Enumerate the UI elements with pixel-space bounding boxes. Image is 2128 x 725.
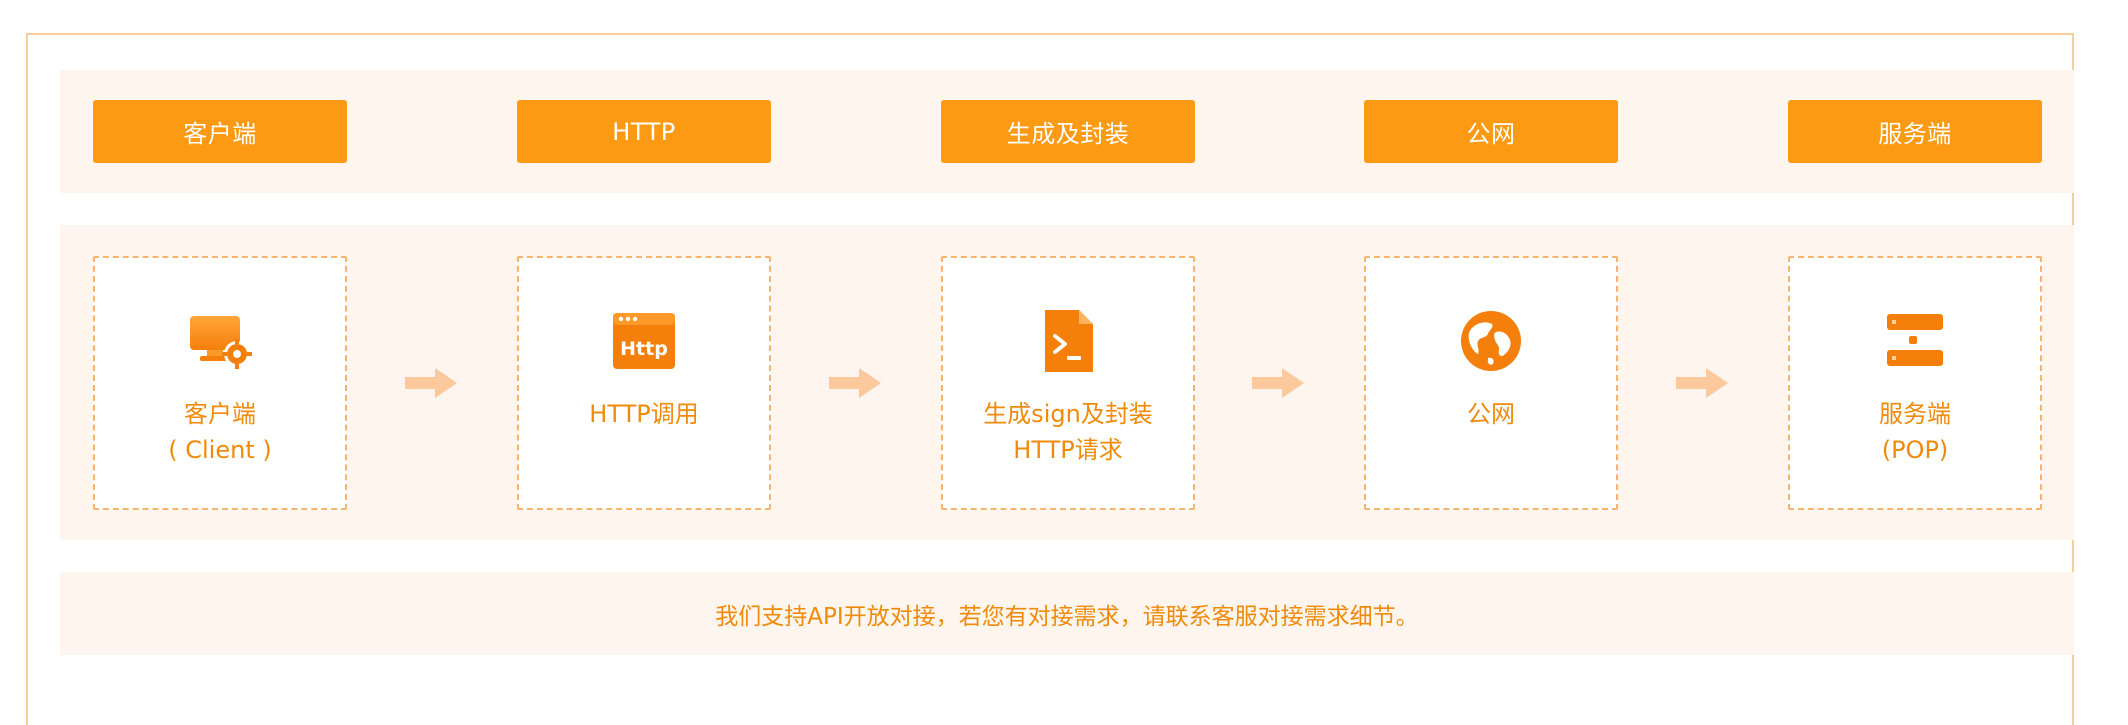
step-card-client: 客户端 ( Client ) bbox=[93, 256, 347, 510]
svg-text:Http: Http bbox=[620, 338, 668, 360]
monitor-gear-icon bbox=[187, 308, 253, 374]
step-label-line2: ( Client ) bbox=[168, 436, 272, 464]
header-step-public-network: 公网 bbox=[1364, 100, 1618, 163]
arrow-right-icon bbox=[1676, 368, 1728, 398]
header-step-client: 客户端 bbox=[93, 100, 347, 163]
step-label-line2: HTTP请求 bbox=[1013, 436, 1123, 464]
arrow-right-icon bbox=[1252, 368, 1304, 398]
terminal-file-icon bbox=[1035, 308, 1101, 374]
step-label-client: 客户端 ( Client ) bbox=[95, 396, 345, 468]
server-icon bbox=[1882, 308, 1948, 374]
step-label-line1: 生成sign及封装 bbox=[983, 400, 1153, 428]
arrow-right-icon bbox=[829, 368, 881, 398]
header-step-generate: 生成及封装 bbox=[941, 100, 1195, 163]
arrow-right-icon bbox=[405, 368, 457, 398]
http-window-icon: Http bbox=[611, 308, 677, 374]
step-label-line1: 客户端 bbox=[184, 400, 256, 428]
step-label-line2: (POP) bbox=[1881, 436, 1949, 464]
step-card-generate-sign: 生成sign及封装 HTTP请求 bbox=[941, 256, 1195, 510]
step-label-server: 服务端 (POP) bbox=[1790, 396, 2040, 468]
step-card-http-call: Http HTTP调用 bbox=[517, 256, 771, 510]
step-label-line1: HTTP调用 bbox=[589, 400, 699, 428]
globe-icon bbox=[1458, 308, 1524, 374]
step-label-line1: 服务端 bbox=[1879, 400, 1951, 428]
step-label-http-call: HTTP调用 bbox=[519, 396, 769, 432]
step-label-line1: 公网 bbox=[1467, 400, 1515, 428]
step-label-generate-sign: 生成sign及封装 HTTP请求 bbox=[943, 396, 1193, 468]
header-step-http: HTTP bbox=[517, 100, 771, 163]
step-card-public-network: 公网 bbox=[1364, 256, 1618, 510]
step-label-public-network: 公网 bbox=[1366, 396, 1616, 432]
api-notice-text: 我们支持API开放对接，若您有对接需求，请联系客服对接需求细节。 bbox=[715, 603, 1419, 630]
header-step-server: 服务端 bbox=[1788, 100, 2042, 163]
step-card-server: 服务端 (POP) bbox=[1788, 256, 2042, 510]
